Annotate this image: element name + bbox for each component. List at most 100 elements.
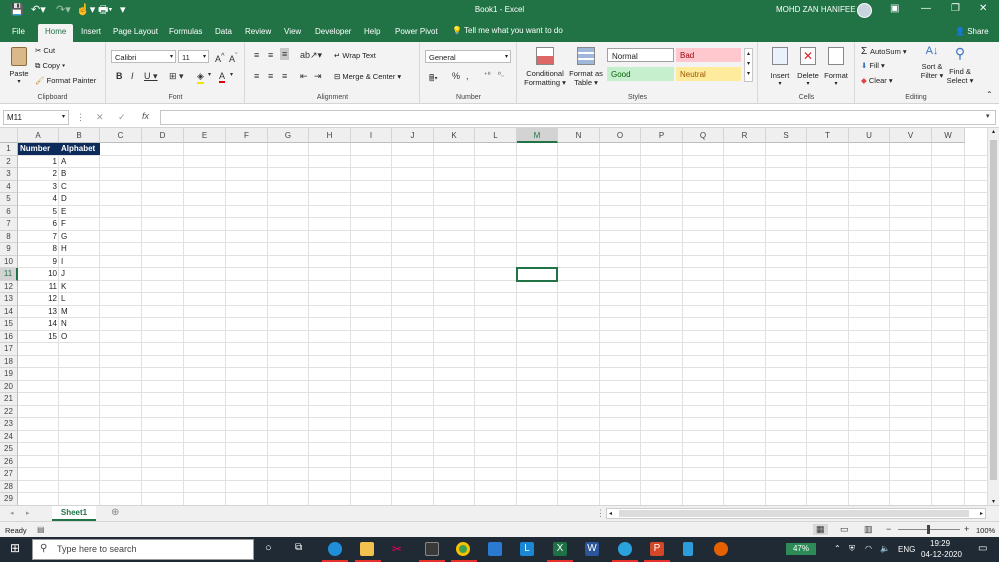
styles-more-button[interactable]: ▴ ▾ ▾ [744, 48, 753, 82]
row-header-5[interactable]: 5 [0, 193, 18, 206]
selected-cell[interactable] [516, 267, 558, 282]
column-header-t[interactable]: T [807, 128, 849, 143]
user-name[interactable]: MOHD ZAN HANIFEE [776, 5, 856, 14]
fill-button[interactable]: ⬇ Fill ▾ [861, 61, 885, 70]
clock-date[interactable]: 04-12-2020 [921, 550, 962, 559]
row-header-4[interactable]: 4 [0, 180, 18, 193]
align-left-icon[interactable]: ≡ [254, 71, 259, 81]
row-header-13[interactable]: 13 [0, 293, 18, 306]
column-header-h[interactable]: H [309, 128, 351, 143]
chrome-icon[interactable] [456, 542, 470, 556]
column-header-o[interactable]: O [600, 128, 641, 143]
scroll-thumb[interactable] [619, 510, 969, 517]
row-header-22[interactable]: 22 [0, 405, 18, 418]
column-header-g[interactable]: G [268, 128, 309, 143]
accounting-format-icon[interactable]: 🖩▾ [429, 71, 438, 87]
cell-b15[interactable]: N [59, 318, 100, 330]
cell-a13[interactable]: 12 [18, 293, 59, 305]
column-header-b[interactable]: B [59, 128, 100, 143]
restore-icon[interactable]: ❐ [951, 3, 960, 14]
row-header-29[interactable]: 29 [0, 493, 18, 505]
cell-a11[interactable]: 10 [18, 268, 59, 280]
column-header-c[interactable]: C [100, 128, 142, 143]
column-header-f[interactable]: F [226, 128, 268, 143]
language-indicator[interactable]: ENG [898, 545, 915, 554]
row-header-18[interactable]: 18 [0, 355, 18, 368]
normal-view-icon[interactable]: ▦ [813, 524, 828, 535]
paste-button[interactable]: Paste ▾ [6, 47, 32, 87]
row-header-2[interactable]: 2 [0, 155, 18, 168]
scroll-down-icon[interactable]: ▾ [988, 498, 999, 505]
mail-icon[interactable] [488, 542, 502, 556]
align-middle-icon[interactable]: ≡ [268, 50, 273, 60]
cell-a2[interactable]: 1 [18, 156, 59, 168]
zoom-in-icon[interactable]: + [964, 524, 969, 534]
column-header-a[interactable]: A [18, 128, 59, 143]
number-format-select[interactable]: General ▾ [425, 50, 511, 63]
clock-time[interactable]: 19:29 [930, 539, 950, 548]
enter-icon[interactable]: ✓ [118, 112, 126, 123]
zoom-out-icon[interactable]: − [886, 524, 891, 534]
font-size-select[interactable]: 11 ▾ [178, 50, 209, 63]
row-header-1[interactable]: 1 [0, 143, 18, 156]
underline-icon[interactable]: U ▾ [144, 71, 158, 82]
align-bottom-icon[interactable]: ≡ [280, 48, 290, 60]
edge-icon[interactable] [328, 542, 342, 556]
insert-cells-button[interactable]: Insert ▾ [767, 47, 793, 87]
decrease-indent-icon[interactable]: ⇤ [300, 71, 308, 82]
excel-icon[interactable]: X [553, 542, 567, 556]
powerpoint-icon[interactable]: P [650, 542, 664, 556]
tab-help[interactable]: Help [364, 27, 380, 36]
clear-button[interactable]: ◆ Clear ▾ [861, 76, 893, 85]
share-button[interactable]: 👤 Share [955, 27, 989, 36]
row-header-11[interactable]: 11 [0, 268, 18, 281]
cell-a15[interactable]: 14 [18, 318, 59, 330]
row-header-16[interactable]: 16 [0, 330, 18, 343]
row-header-8[interactable]: 8 [0, 230, 18, 243]
italic-icon[interactable]: I [131, 71, 134, 81]
column-header-k[interactable]: K [434, 128, 475, 143]
tab-formulas[interactable]: Formulas [169, 27, 202, 36]
word-icon[interactable]: W [585, 542, 599, 556]
style-good[interactable]: Good [607, 67, 674, 81]
tab-review[interactable]: Review [245, 27, 271, 36]
column-header-e[interactable]: E [184, 128, 226, 143]
battery-indicator[interactable]: 47% [786, 543, 816, 555]
worksheet-grid[interactable]: ABCDEFGHIJKLMNOPQRSTUVW 1 2 3 4 5 6 7 8 9 10 11 12 1… [0, 128, 999, 505]
cell-a12[interactable]: 11 [18, 281, 59, 293]
row-header-15[interactable]: 15 [0, 318, 18, 331]
fill-color-icon[interactable]: ◈ [197, 71, 204, 84]
cell-a10[interactable]: 9 [18, 256, 59, 268]
cell-b16[interactable]: O [59, 331, 100, 343]
cell-a9[interactable]: 8 [18, 243, 59, 255]
cell-b12[interactable]: K [59, 281, 100, 293]
sheet-tab-sheet1[interactable]: Sheet1 [52, 506, 96, 521]
cell-a16[interactable]: 15 [18, 331, 59, 343]
row-header-10[interactable]: 10 [0, 255, 18, 268]
row-header-21[interactable]: 21 [0, 393, 18, 406]
zoom-slider[interactable] [898, 525, 960, 534]
next-sheet-icon[interactable]: ▸ [26, 509, 30, 517]
windows-start-icon[interactable]: ⊞ [10, 541, 20, 555]
snip-tool-icon[interactable]: ✂ [392, 542, 406, 556]
tab-page-layout[interactable]: Page Layout [113, 27, 158, 36]
cell-a14[interactable]: 13 [18, 306, 59, 318]
scroll-right-icon[interactable]: ▸ [980, 510, 983, 517]
scroll-thumb[interactable] [990, 140, 997, 480]
taskbar-search-input[interactable]: ⚲ Type here to search [32, 539, 254, 560]
row-header-7[interactable]: 7 [0, 218, 18, 231]
sort-filter-button[interactable]: A↓ Sort & Filter ▾ [918, 45, 946, 80]
decrease-font-icon[interactable]: Aˇ [229, 51, 238, 64]
style-neutral[interactable]: Neutral [676, 67, 741, 81]
borders-icon[interactable]: ⊞ ▾ [169, 71, 184, 82]
tab-power-pivot[interactable]: Power Pivot [395, 27, 438, 36]
notification-icon[interactable]: ▭ [978, 543, 987, 554]
cell-b5[interactable]: D [59, 193, 100, 205]
column-header-i[interactable]: I [351, 128, 392, 143]
cell-a8[interactable]: 7 [18, 231, 59, 243]
font-color-icon[interactable]: A [219, 71, 226, 83]
page-break-view-icon[interactable]: ▥ [864, 524, 873, 535]
row-header-27[interactable]: 27 [0, 468, 18, 481]
row-header-14[interactable]: 14 [0, 305, 18, 318]
tab-data[interactable]: Data [215, 27, 232, 36]
